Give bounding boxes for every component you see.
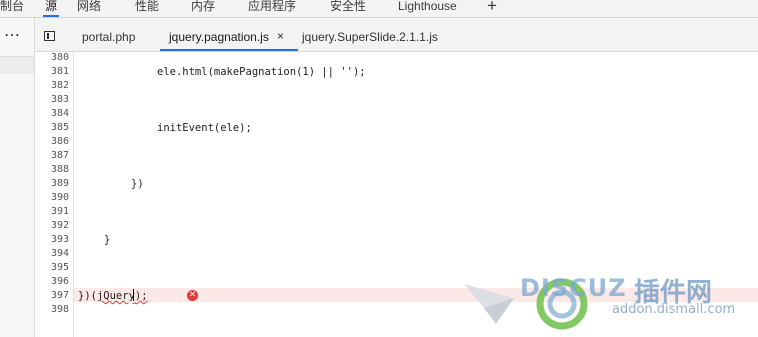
line-number[interactable]: 380 [51, 51, 69, 65]
code-line-389: }) [131, 178, 144, 190]
toggle-navigator-icon[interactable] [44, 31, 55, 41]
line-number[interactable]: 397 [51, 289, 69, 303]
tab-memory[interactable]: 内存 [191, 0, 215, 17]
watermark: DISCUZ 插件网 addon.dismall.com [462, 270, 758, 337]
devtools-panel-tabs: 控制台 源 网络 性能 内存 应用程序 安全性 Lighthouse + [0, 0, 758, 18]
code-token: })( [78, 290, 97, 302]
line-number[interactable]: 386 [51, 135, 69, 149]
file-tab-jquery-pagnation[interactable]: jquery.pagnation.js [169, 29, 269, 49]
tab-security[interactable]: 安全性 [330, 0, 366, 17]
error-icon[interactable]: ✕ [187, 290, 198, 301]
line-number[interactable]: 398 [51, 303, 69, 317]
tab-application[interactable]: 应用程序 [248, 0, 296, 17]
line-number[interactable]: 391 [51, 205, 69, 219]
line-number[interactable]: 383 [51, 93, 69, 107]
watermark-url: addon.dismall.com [612, 302, 736, 317]
watermark-brand-text: DISCUZ [520, 274, 627, 302]
line-number[interactable]: 388 [51, 163, 69, 177]
line-number[interactable]: 390 [51, 191, 69, 205]
line-number[interactable]: 393 [51, 233, 69, 247]
tab-sources[interactable]: 源 [42, 0, 60, 17]
sidebar-selected-row[interactable] [0, 57, 34, 74]
close-tab-icon[interactable]: × [277, 29, 284, 43]
code-line-393: } [104, 234, 111, 246]
line-number[interactable]: 384 [51, 107, 69, 121]
line-number[interactable]: 395 [51, 261, 69, 275]
code-line-381: ele.html(makePagnation(1) || ''); [157, 66, 366, 78]
paper-plane-icon [464, 284, 514, 324]
line-number[interactable]: 381 [51, 65, 69, 79]
line-number[interactable]: 392 [51, 219, 69, 233]
text-cursor [133, 289, 134, 301]
tab-console[interactable]: 控制台 [0, 0, 24, 17]
line-number[interactable]: 382 [51, 79, 69, 93]
line-number[interactable]: 394 [51, 247, 69, 261]
editor-file-tabs: portal.php jquery.pagnation.js × jquery.… [35, 18, 758, 52]
file-tab-jquery-superslide[interactable]: jquery.SuperSlide.2.1.1.js [302, 29, 438, 49]
tab-network[interactable]: 网络 [77, 0, 101, 17]
line-number[interactable]: 385 [51, 121, 69, 135]
line-number[interactable]: 396 [51, 275, 69, 289]
line-number-gutter: 380 381 382 383 384 385 386 387 388 389 … [35, 52, 74, 337]
file-tab-portal-php[interactable]: portal.php [82, 29, 135, 49]
code-token: ); [134, 290, 148, 302]
more-options-icon[interactable]: ⋯ [4, 28, 21, 44]
line-number[interactable]: 387 [51, 149, 69, 163]
active-tab-indicator [160, 49, 298, 51]
add-tab-button[interactable]: + [487, 0, 497, 14]
error-token: jQuery [96, 290, 135, 302]
code-line-397: })(jQuery); [78, 289, 148, 303]
code-line-385: initEvent(ele); [157, 122, 252, 134]
tab-performance[interactable]: 性能 [135, 0, 159, 17]
tab-lighthouse[interactable]: Lighthouse [398, 0, 457, 17]
line-number[interactable]: 389 [51, 177, 69, 191]
navigator-sidebar: ⋯ [0, 18, 35, 337]
